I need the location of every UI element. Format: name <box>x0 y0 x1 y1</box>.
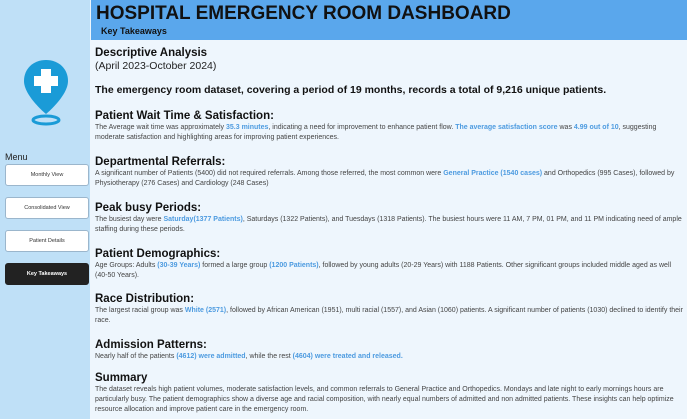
summary-section: Summary The dataset reveals high patient… <box>95 372 683 415</box>
section-text: Age Groups: Adults (30-39 Years) formed … <box>95 262 672 279</box>
nav-monthly-view-button[interactable]: Monthly View <box>5 164 89 186</box>
section-text: The Average wait time was approximately … <box>95 124 657 141</box>
page-title: HOSPITAL EMERGENCY ROOM DASHBOARD <box>96 3 511 24</box>
intro-heading: Descriptive Analysis <box>95 47 208 59</box>
referrals-section: Departmental Referrals: A significant nu… <box>95 156 683 189</box>
sidebar: Menu Monthly View Consolidated View Pati… <box>0 0 90 419</box>
section-heading: Patient Demographics: <box>95 248 221 260</box>
menu-label: Menu <box>5 152 28 162</box>
section-text: Nearly half of the patients (4612) were … <box>95 353 403 360</box>
demographics-section: Patient Demographics: Age Groups: Adults… <box>95 248 683 281</box>
nav-consolidated-view-button[interactable]: Consolidated View <box>5 197 89 219</box>
admission-section: Admission Patterns: Nearly half of the p… <box>95 339 683 362</box>
section-text: A significant number of Patients (5400) … <box>95 170 675 187</box>
takeaways-content: Descriptive Analysis (April 2023-October… <box>95 47 683 413</box>
wait-section: Patient Wait Time & Satisfaction: The Av… <box>95 110 683 143</box>
section-text: The largest racial group was White (2571… <box>95 307 683 324</box>
location-pin-cross-icon <box>24 60 68 126</box>
peak-section: Peak busy Periods: The busiest day were … <box>95 202 683 235</box>
page-subtitle: Key Takeaways <box>101 26 167 36</box>
section-heading: Race Distribution: <box>95 293 195 305</box>
section-heading: Admission Patterns: <box>95 339 207 351</box>
section-text: The busiest day were Saturday(1377 Patie… <box>95 216 682 233</box>
intro-summary: The emergency room dataset, covering a p… <box>95 84 607 96</box>
nav-patient-details-button[interactable]: Patient Details <box>5 230 89 252</box>
nav-key-takeaways-button[interactable]: Key Takeaways <box>5 263 89 285</box>
section-heading: Patient Wait Time & Satisfaction: <box>95 110 274 122</box>
section-heading: Peak busy Periods: <box>95 202 202 214</box>
section-text: The dataset reveals high patient volumes… <box>95 386 674 413</box>
section-heading: Departmental Referrals: <box>95 156 226 168</box>
section-heading: Summary <box>95 372 148 384</box>
intro-period: (April 2023-October 2024) <box>95 60 217 72</box>
race-section: Race Distribution: The largest racial gr… <box>95 293 683 326</box>
page-header: HOSPITAL EMERGENCY ROOM DASHBOARD Key Ta… <box>91 0 687 40</box>
